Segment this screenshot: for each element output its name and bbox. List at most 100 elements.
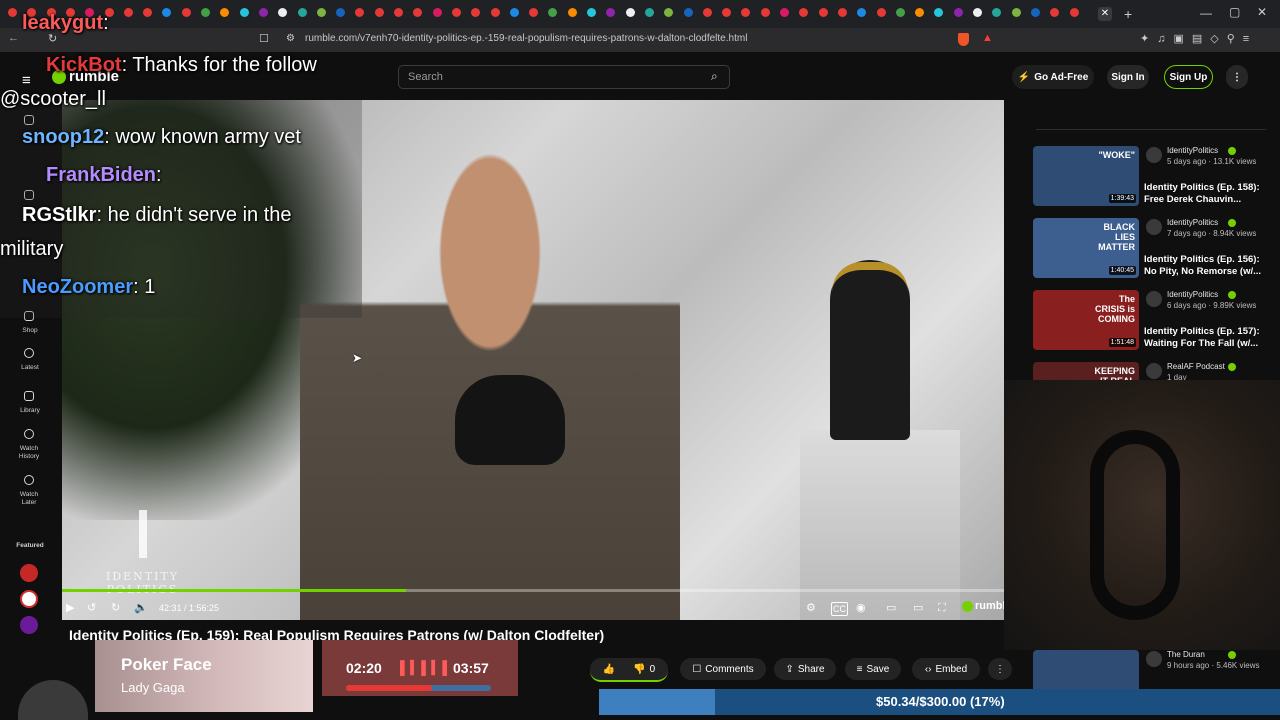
- settings-gear-icon[interactable]: ⚙: [806, 602, 816, 614]
- tab-favicon[interactable]: [837, 8, 847, 17]
- embed-button[interactable]: ‹› Embed: [912, 658, 980, 680]
- video-duration: 1:39:43: [1108, 194, 1136, 203]
- volume-icon[interactable]: 🔈: [134, 602, 148, 614]
- go-ad-free-button[interactable]: ⚡ Go Ad-Free: [1012, 65, 1094, 89]
- thumbs-up-icon[interactable]: 👍: [603, 664, 615, 675]
- tab-favicon[interactable]: [316, 8, 326, 17]
- maximize-icon[interactable]: ▢: [1229, 5, 1240, 19]
- brave-shield-icon[interactable]: [958, 33, 969, 46]
- channel-avatar[interactable]: [1146, 291, 1162, 307]
- featured-channel-avatar[interactable]: [20, 616, 38, 634]
- song-artist: Lady Gaga: [121, 680, 185, 695]
- tab-favicon[interactable]: [760, 8, 770, 17]
- forward-icon[interactable]: ↻: [111, 602, 120, 614]
- library-icon[interactable]: [24, 391, 34, 401]
- channel-avatar[interactable]: [1146, 147, 1162, 163]
- tab-favicon[interactable]: [683, 8, 693, 17]
- tab-favicon[interactable]: [239, 8, 249, 17]
- related-title[interactable]: Identity Politics (Ep. 157): Waiting For…: [1144, 326, 1264, 350]
- tab-favicon[interactable]: [8, 8, 17, 17]
- site-info-icon[interactable]: ⚙: [286, 33, 295, 44]
- tab-favicon[interactable]: [1030, 8, 1040, 17]
- tab-favicon[interactable]: [490, 8, 500, 17]
- miniplayer-icon[interactable]: ▭: [886, 602, 896, 614]
- sidebar-item-watch-later[interactable]: Watch Later: [14, 491, 44, 507]
- channel-avatar[interactable]: [1146, 219, 1162, 235]
- sidebar-item-shop[interactable]: Shop: [0, 327, 60, 335]
- tab-favicon[interactable]: [1011, 8, 1021, 17]
- tab-favicon[interactable]: [201, 8, 210, 17]
- search-input[interactable]: [398, 65, 730, 89]
- extensions-icon[interactable]: ✦♫▣▤◇⚲≡: [1140, 32, 1257, 45]
- tab-favicon[interactable]: [451, 8, 461, 17]
- related-channel[interactable]: RealAF Podcast: [1167, 362, 1225, 371]
- comments-button[interactable]: ☐ Comments: [680, 658, 766, 680]
- related-channel[interactable]: IdentityPolitics: [1167, 218, 1218, 227]
- thumbs-down-icon[interactable]: 👎: [633, 664, 645, 675]
- tab-favicon[interactable]: [432, 8, 442, 17]
- theater-mode-icon[interactable]: ▭: [913, 602, 923, 614]
- related-title[interactable]: Identity Politics (Ep. 158): Free Derek …: [1144, 182, 1264, 206]
- featured-channel-avatar[interactable]: [20, 564, 38, 582]
- fullscreen-icon[interactable]: ⛶: [938, 602, 946, 614]
- rumble-player-logo[interactable]: rumble: [962, 600, 1005, 612]
- tab-favicon[interactable]: [123, 8, 133, 17]
- search-icon[interactable]: ⌕: [711, 69, 718, 84]
- sign-in-button[interactable]: Sign In: [1107, 65, 1149, 89]
- share-button[interactable]: ⇪ Share: [774, 658, 836, 680]
- minimize-icon[interactable]: —: [1200, 6, 1212, 20]
- new-tab-icon[interactable]: +: [1124, 6, 1132, 22]
- sidebar-item-watch-history[interactable]: Watch History: [14, 445, 44, 461]
- watch-later-clock-icon[interactable]: [24, 475, 34, 485]
- window-close-icon[interactable]: ✕: [1257, 5, 1267, 19]
- tab-favicon[interactable]: [181, 8, 191, 17]
- sign-up-button[interactable]: Sign Up: [1164, 65, 1213, 89]
- tab-favicon[interactable]: [1069, 8, 1079, 17]
- vote-pill[interactable]: 👍 👎 0: [590, 658, 668, 682]
- featured-channel-avatar[interactable]: [20, 590, 38, 608]
- captions-icon[interactable]: CC: [831, 602, 848, 616]
- tab-favicon[interactable]: [644, 8, 654, 17]
- tab-favicon[interactable]: [374, 8, 384, 17]
- tab-favicon[interactable]: [876, 8, 886, 17]
- autoplay-toggle-icon[interactable]: ◉: [856, 602, 866, 614]
- rewind-icon[interactable]: ↺: [87, 602, 96, 614]
- tab-favicon[interactable]: [509, 8, 519, 17]
- related-channel[interactable]: The Duran: [1167, 650, 1205, 659]
- related-thumbnail[interactable]: "WOKE" 1:39:43: [1033, 146, 1139, 206]
- close-tab-icon[interactable]: ✕: [1098, 7, 1112, 21]
- channel-avatar[interactable]: [1146, 651, 1162, 667]
- tab-favicon[interactable]: [297, 8, 307, 17]
- menu-icon[interactable]: ≡: [22, 72, 31, 89]
- more-actions-icon[interactable]: ⋮: [988, 658, 1012, 680]
- tab-favicon[interactable]: [394, 8, 403, 17]
- related-thumbnail[interactable]: BLACK LIES MATTER 1:40:45: [1033, 218, 1139, 278]
- save-button[interactable]: ≡ Save: [845, 658, 901, 680]
- tab-favicon[interactable]: [818, 8, 828, 17]
- tab-favicon[interactable]: [895, 8, 905, 17]
- tab-favicon[interactable]: [702, 8, 712, 17]
- history-icon[interactable]: [24, 429, 34, 439]
- bookmark-icon[interactable]: ☐: [259, 32, 269, 45]
- tab-favicon[interactable]: [587, 8, 596, 17]
- tab-favicon[interactable]: [973, 8, 982, 17]
- more-options-icon[interactable]: ⋮: [1226, 65, 1248, 89]
- clock-icon[interactable]: [24, 348, 34, 358]
- tab-favicon[interactable]: [625, 8, 635, 17]
- related-channel[interactable]: IdentityPolitics: [1167, 290, 1218, 299]
- tab-favicon[interactable]: [953, 8, 963, 17]
- browser-tab-strip: [0, 0, 1280, 28]
- play-icon[interactable]: ▶: [66, 602, 74, 614]
- related-title[interactable]: Identity Politics (Ep. 156): No Pity, No…: [1144, 254, 1264, 278]
- tab-favicon[interactable]: [258, 8, 268, 17]
- channel-avatar[interactable]: [1146, 363, 1162, 379]
- tab-favicon[interactable]: [567, 8, 577, 17]
- sidebar-item-library[interactable]: Library: [0, 407, 60, 415]
- related-channel[interactable]: IdentityPolitics: [1167, 146, 1218, 155]
- tab-favicon[interactable]: [780, 8, 789, 17]
- sidebar-item-latest[interactable]: Latest: [0, 364, 60, 372]
- url-text[interactable]: rumble.com/v7enh70-identity-politics-ep.…: [305, 33, 747, 44]
- back-icon[interactable]: ←: [8, 32, 19, 44]
- rewards-icon[interactable]: ▲: [982, 32, 993, 44]
- related-thumbnail[interactable]: The CRISIS is COMING 1:51:48: [1033, 290, 1139, 350]
